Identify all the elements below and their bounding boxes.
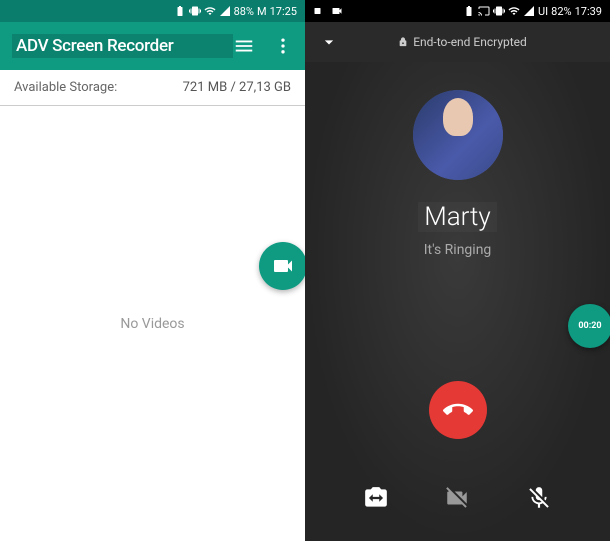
- battery-charge-icon: [174, 5, 186, 17]
- signal-icon: [219, 5, 231, 17]
- status-right-icons: [463, 5, 535, 17]
- minimize-button[interactable]: [319, 32, 339, 52]
- lock-icon: [398, 37, 408, 47]
- storage-label: Available Storage:: [14, 80, 183, 95]
- hangup-icon: [443, 395, 473, 425]
- signal-icon: [523, 5, 535, 17]
- call-body: Marty It's Ringing 00:20: [305, 62, 610, 541]
- wifi-icon: [204, 5, 216, 17]
- video-off-button[interactable]: [436, 477, 478, 519]
- storage-row: Available Storage: 721 MB / 27,13 GB: [0, 70, 305, 106]
- app-title: ADV Screen Recorder: [12, 34, 233, 58]
- hangup-button[interactable]: [429, 381, 487, 439]
- status-label: UI: [538, 5, 548, 18]
- videocam-off-icon: [444, 485, 470, 511]
- timer-text: 00:20: [578, 321, 601, 331]
- videocam-icon: [271, 254, 295, 278]
- call-status: It's Ringing: [424, 242, 492, 258]
- switch-camera-button[interactable]: [355, 477, 397, 519]
- contact-avatar: [413, 90, 503, 180]
- recording-timer-fab[interactable]: 00:20: [568, 304, 610, 348]
- record-fab[interactable]: [259, 242, 307, 290]
- empty-text: No Videos: [120, 316, 184, 332]
- status-time: 17:25: [270, 5, 297, 18]
- status-bar-right: UI 82% 17:39: [305, 0, 610, 22]
- battery-charge-icon: [463, 5, 475, 17]
- mic-off-icon: [526, 485, 552, 511]
- videocam-indicator-icon: [331, 5, 343, 17]
- status-left-icons: [313, 5, 343, 17]
- call-screen: UI 82% 17:39 End-to-end Encrypted Marty …: [305, 0, 610, 541]
- app-bar: ADV Screen Recorder: [0, 22, 305, 70]
- cast-icon: [478, 5, 490, 17]
- video-list-empty: No Videos: [0, 106, 305, 541]
- more-menu-icon[interactable]: [273, 36, 293, 56]
- status-icons: [174, 5, 231, 17]
- status-label: M: [257, 5, 267, 18]
- status-time: 17:39: [575, 5, 602, 18]
- battery-percent: 82%: [551, 5, 571, 18]
- storage-value: 721 MB / 27,13 GB: [183, 80, 291, 95]
- status-bar-left: 88% M 17:25: [0, 0, 305, 22]
- call-controls: [305, 477, 610, 519]
- camera-indicator-icon: [313, 5, 325, 17]
- chevron-down-icon: [319, 32, 339, 52]
- mute-button[interactable]: [518, 477, 560, 519]
- contact-name: Marty: [418, 202, 497, 232]
- battery-percent: 88%: [234, 5, 254, 18]
- vibrate-icon: [493, 5, 505, 17]
- call-header: End-to-end Encrypted: [305, 22, 610, 62]
- vibrate-icon: [189, 5, 201, 17]
- wifi-icon: [508, 5, 520, 17]
- recorder-app-screen: 88% M 17:25 ADV Screen Recorder Availabl…: [0, 0, 305, 541]
- list-icon[interactable]: [233, 35, 255, 57]
- switch-camera-icon: [363, 485, 389, 511]
- encryption-label: End-to-end Encrypted: [349, 35, 576, 49]
